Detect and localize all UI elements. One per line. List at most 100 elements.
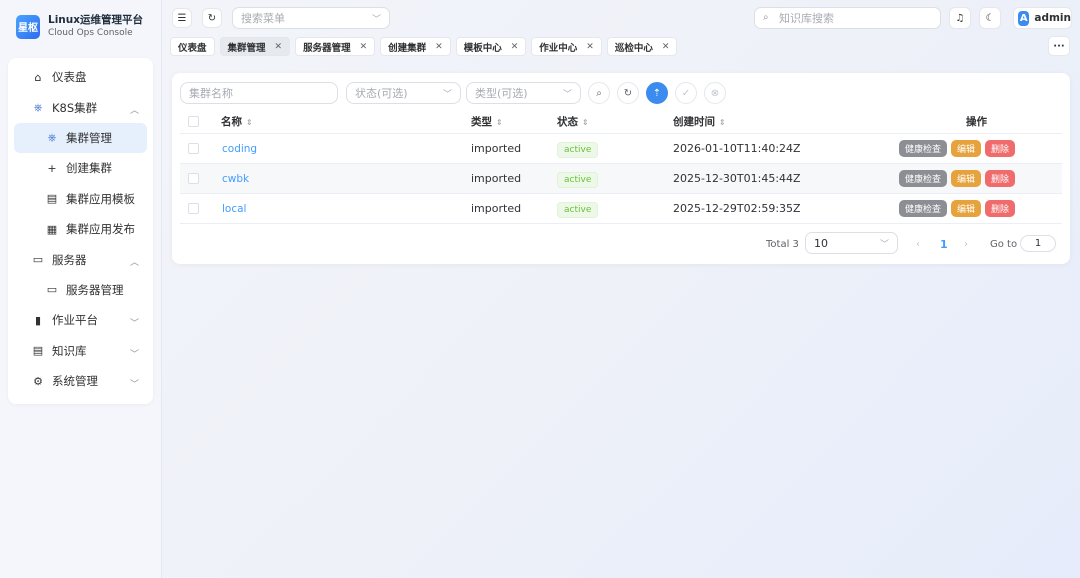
- sidebar-item-app-publish[interactable]: ▦ 集群应用发布: [8, 214, 153, 244]
- sidebar-item-cluster-management[interactable]: ⎈ 集群管理: [14, 122, 147, 154]
- sidebar-item-server-management[interactable]: ▭ 服务器管理: [8, 275, 153, 305]
- table-row: coding imported active 2026-01-10T11:40:…: [180, 134, 1062, 164]
- sidebar-item-system-management[interactable]: ⚙ 系统管理 ﹀: [8, 366, 153, 396]
- edit-button[interactable]: 编辑: [951, 200, 982, 217]
- collapse-menu-button[interactable]: ☰: [172, 8, 192, 28]
- status-select[interactable]: 状态(可选) ﹀: [346, 82, 461, 104]
- close-icon[interactable]: ✕: [360, 42, 368, 52]
- cancel-circle-icon: ⊗: [710, 87, 720, 99]
- tab-label: 巡检中心: [614, 42, 653, 54]
- tab-cluster-management[interactable]: 集群管理 ✕: [219, 37, 291, 56]
- edit-button[interactable]: 编辑: [951, 140, 982, 157]
- username: admin: [1034, 12, 1071, 24]
- health-check-button[interactable]: 健康检查: [899, 200, 948, 217]
- sidebar-item-label: 服务器管理: [66, 282, 124, 297]
- avatar: A: [1018, 10, 1030, 26]
- goto-page-input[interactable]: 1: [1020, 235, 1056, 252]
- delete-button[interactable]: 删除: [985, 170, 1016, 187]
- select-all-checkbox[interactable]: [188, 115, 199, 127]
- brand-logo: 星枢: [16, 14, 40, 39]
- tab-job-center[interactable]: 作业中心 ✕: [531, 37, 602, 56]
- reset-button[interactable]: ↻: [617, 82, 639, 104]
- chevron-left-icon: ‹: [916, 238, 920, 250]
- health-check-button[interactable]: 健康检查: [899, 170, 948, 187]
- type-placeholder: 类型(可选): [475, 87, 528, 100]
- sidebar-item-knowledge-base[interactable]: ▤ 知识库 ﹀: [8, 336, 153, 366]
- page-tabs: 仪表盘 集群管理 ✕ 服务器管理 ✕ 创建集群 ✕ 模板中心 ✕ 作业中心 ✕ 巡检中心 ✕: [170, 37, 682, 56]
- sidebar-item-app-template[interactable]: ▤ 集群应用模板: [8, 184, 153, 214]
- close-icon[interactable]: ✕: [275, 42, 283, 52]
- column-created[interactable]: 创建时间 ⇕: [673, 114, 726, 129]
- tab-label: 模板中心: [463, 42, 502, 54]
- cluster-icon: ⎈: [47, 130, 57, 144]
- cluster-name-link[interactable]: coding: [222, 143, 257, 155]
- sidebar-item-label: 仪表盘: [52, 70, 87, 85]
- cluster-list-card: 集群名称 状态(可选) ﹀ 类型(可选) ﹀ ⌕ ↻ ⇡ ✓ ⊗ 名称 ⇕ 类型 ⇕…: [172, 73, 1070, 264]
- sidebar-item-dashboard[interactable]: ⌂ 仪表盘: [8, 62, 153, 92]
- sidebar-item-label: 集群管理: [66, 130, 112, 145]
- column-status[interactable]: 状态 ⇕: [557, 114, 589, 129]
- page-size-value: 10: [814, 236, 828, 250]
- pagination-total: Total 3: [766, 238, 799, 250]
- tab-dashboard[interactable]: 仪表盘: [170, 37, 215, 56]
- more-tabs-button[interactable]: ···: [1048, 36, 1070, 56]
- next-page-button[interactable]: ›: [964, 234, 968, 254]
- tab-inspection-center[interactable]: 巡检中心 ✕: [606, 37, 678, 56]
- row-checkbox[interactable]: [188, 173, 199, 184]
- knowledge-search-input[interactable]: ⌕ 知识库搜索: [754, 7, 941, 29]
- page-number-current[interactable]: 1: [940, 234, 948, 254]
- health-check-button[interactable]: 健康检查: [899, 140, 948, 157]
- cluster-name-link[interactable]: cwbk: [222, 173, 249, 185]
- column-type[interactable]: 类型 ⇕: [471, 114, 503, 129]
- home-icon: ⌂: [34, 70, 42, 84]
- table-header: 名称 ⇕ 类型 ⇕ 状态 ⇕ 创建时间 ⇕ 操作: [180, 109, 1062, 134]
- chevron-up-icon: ︿: [129, 106, 139, 117]
- brand-subtitle: Cloud Ops Console: [48, 28, 133, 38]
- delete-button[interactable]: 删除: [985, 200, 1016, 217]
- close-icon[interactable]: ✕: [435, 42, 443, 52]
- status-badge: active: [557, 172, 599, 188]
- theme-toggle-button[interactable]: ☾: [979, 7, 1001, 29]
- check-circle-icon: ✓: [681, 87, 691, 99]
- user-menu[interactable]: A admin: [1013, 7, 1072, 29]
- cluster-name-link[interactable]: local: [222, 203, 246, 215]
- doc-icon: ▤: [32, 344, 44, 358]
- sidebar-item-label: 服务器: [52, 252, 87, 267]
- sidebar-item-label: 作业平台: [52, 313, 98, 328]
- edit-button[interactable]: 编辑: [951, 170, 982, 187]
- column-name[interactable]: 名称 ⇕: [221, 114, 253, 129]
- type-select[interactable]: 类型(可选) ﹀: [466, 82, 581, 104]
- row-checkbox[interactable]: [188, 203, 199, 214]
- refresh-page-button[interactable]: ↻: [202, 8, 222, 28]
- search-icon: ⌕: [763, 12, 769, 23]
- status-badge: active: [557, 202, 599, 218]
- notification-button[interactable]: ♫: [949, 7, 971, 29]
- page-size-select[interactable]: 10 ﹀: [805, 232, 898, 254]
- tab-label: 仪表盘: [178, 42, 207, 54]
- close-icon[interactable]: ✕: [586, 42, 594, 52]
- sidebar-item-k8s[interactable]: ⎈ K8S集群 ︿: [8, 92, 153, 122]
- close-icon[interactable]: ✕: [662, 42, 670, 52]
- import-button[interactable]: ⇡: [646, 82, 668, 104]
- disable-button[interactable]: ⊗: [704, 82, 726, 104]
- sidebar-item-create-cluster[interactable]: + 创建集群: [8, 153, 153, 183]
- sort-icon: ⇕: [719, 117, 726, 127]
- close-icon[interactable]: ✕: [511, 42, 519, 52]
- menu-search-select[interactable]: 搜索菜单 ﹀: [232, 7, 390, 29]
- delete-button[interactable]: 删除: [985, 140, 1016, 157]
- sidebar-menu: ⌂ 仪表盘 ⎈ K8S集群 ︿ ⎈ 集群管理 + 创建集群 ▤ 集群应用模板 ▦…: [8, 58, 153, 404]
- tab-template-center[interactable]: 模板中心 ✕: [455, 37, 527, 56]
- prev-page-button[interactable]: ‹: [916, 234, 920, 254]
- sort-icon: ⇕: [246, 117, 253, 127]
- tab-create-cluster[interactable]: 创建集群 ✕: [380, 37, 451, 56]
- sidebar-item-server[interactable]: ▭ 服务器 ︿: [8, 244, 153, 274]
- cluster-name-input[interactable]: 集群名称: [180, 82, 338, 104]
- hamburger-icon: ☰: [177, 12, 187, 24]
- enable-button[interactable]: ✓: [675, 82, 697, 104]
- search-button[interactable]: ⌕: [588, 82, 610, 104]
- status-placeholder: 状态(可选): [355, 87, 408, 100]
- row-checkbox[interactable]: [188, 143, 199, 154]
- sidebar-item-job-platform[interactable]: ▮ 作业平台 ﹀: [8, 305, 153, 335]
- tab-server-management[interactable]: 服务器管理 ✕: [295, 37, 376, 56]
- menu-search-placeholder: 搜索菜单: [241, 12, 285, 25]
